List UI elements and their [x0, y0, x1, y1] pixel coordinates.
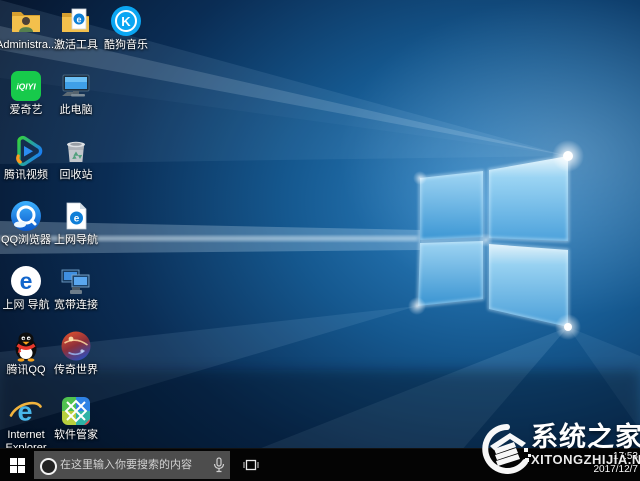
taskbar-clock[interactable]: 17:53 2017/12/7 — [594, 450, 639, 476]
desktop-icon-tencent-video[interactable]: 腾讯视频 — [2, 134, 50, 182]
taskbar-search-box[interactable] — [34, 451, 230, 479]
svg-text:e: e — [17, 397, 32, 427]
desktop-icon-iqiyi[interactable]: iQIYI 爱奇艺 — [2, 69, 50, 117]
icon-label: 此电脑 — [46, 104, 106, 117]
desktop-icon-web-nav-doc[interactable]: e 上网导航 — [52, 199, 100, 247]
windows-logo-icon — [10, 458, 25, 473]
recycle-bin-icon — [59, 134, 93, 168]
qq-browser-icon — [9, 199, 43, 233]
tencent-video-icon — [9, 134, 43, 168]
icon-label: 酷狗音乐 — [96, 39, 156, 52]
icon-label: 宽带连接 — [46, 299, 106, 312]
web-nav-e-icon: e — [9, 264, 43, 298]
desktop-icon-tencent-qq[interactable]: 腾讯QQ — [2, 329, 50, 377]
desktop-icon-internet-explorer[interactable]: e Internet Explorer — [2, 394, 50, 455]
internet-explorer-icon: e — [9, 394, 43, 428]
tencent-qq-icon — [9, 329, 43, 363]
icon-label: 回收站 — [46, 169, 106, 182]
iqiyi-icon: iQIYI — [9, 69, 43, 103]
kugou-music-icon: K — [109, 4, 143, 38]
desktop-icon-broadband[interactable]: 宽带连接 — [52, 264, 100, 312]
icon-label: 上网导航 — [46, 234, 106, 247]
svg-text:e: e — [74, 214, 80, 225]
desktop-icon-legend-world[interactable]: 传奇世界 — [52, 329, 100, 377]
windows-desktop: Administra... e 激活工具 K 酷狗音乐 iQIYI 爱奇艺 — [0, 0, 640, 480]
taskbar — [0, 448, 640, 481]
this-pc-icon — [59, 69, 93, 103]
task-view-icon — [242, 458, 260, 472]
desktop-icon-administrator[interactable]: Administra... — [2, 4, 50, 52]
desktop-icon-this-pc[interactable]: 此电脑 — [52, 69, 100, 117]
clock-time: 17:53 — [594, 450, 639, 463]
user-folder-icon — [9, 4, 43, 38]
microphone-icon[interactable] — [213, 457, 225, 473]
desktop-icon-web-nav-e[interactable]: e 上网 导航 — [2, 264, 50, 312]
svg-text:e: e — [20, 268, 33, 294]
desktop-icon-kugou-music[interactable]: K 酷狗音乐 — [102, 4, 150, 52]
legend-world-icon — [59, 329, 93, 363]
task-view-button[interactable] — [234, 449, 268, 481]
desktop-icon-activation-tool[interactable]: e 激活工具 — [52, 4, 100, 52]
search-input[interactable] — [34, 451, 230, 479]
activation-folder-icon: e — [59, 4, 93, 38]
svg-text:e: e — [76, 15, 81, 25]
svg-text:iQIYI: iQIYI — [16, 82, 36, 92]
desktop-icon-recycle-bin[interactable]: 回收站 — [52, 134, 100, 182]
svg-text:K: K — [121, 14, 131, 29]
broadband-icon — [59, 264, 93, 298]
software-manager-icon — [59, 394, 93, 428]
icon-label: 软件管家 — [46, 429, 106, 442]
desktop-icon-qq-browser[interactable]: QQ浏览器 — [2, 199, 50, 247]
start-button[interactable] — [0, 449, 34, 481]
icon-label: 传奇世界 — [46, 364, 106, 377]
clock-date: 2017/12/7 — [594, 463, 639, 476]
web-nav-doc-icon: e — [59, 199, 93, 233]
desktop-icon-software-manager[interactable]: 软件管家 — [52, 394, 100, 442]
